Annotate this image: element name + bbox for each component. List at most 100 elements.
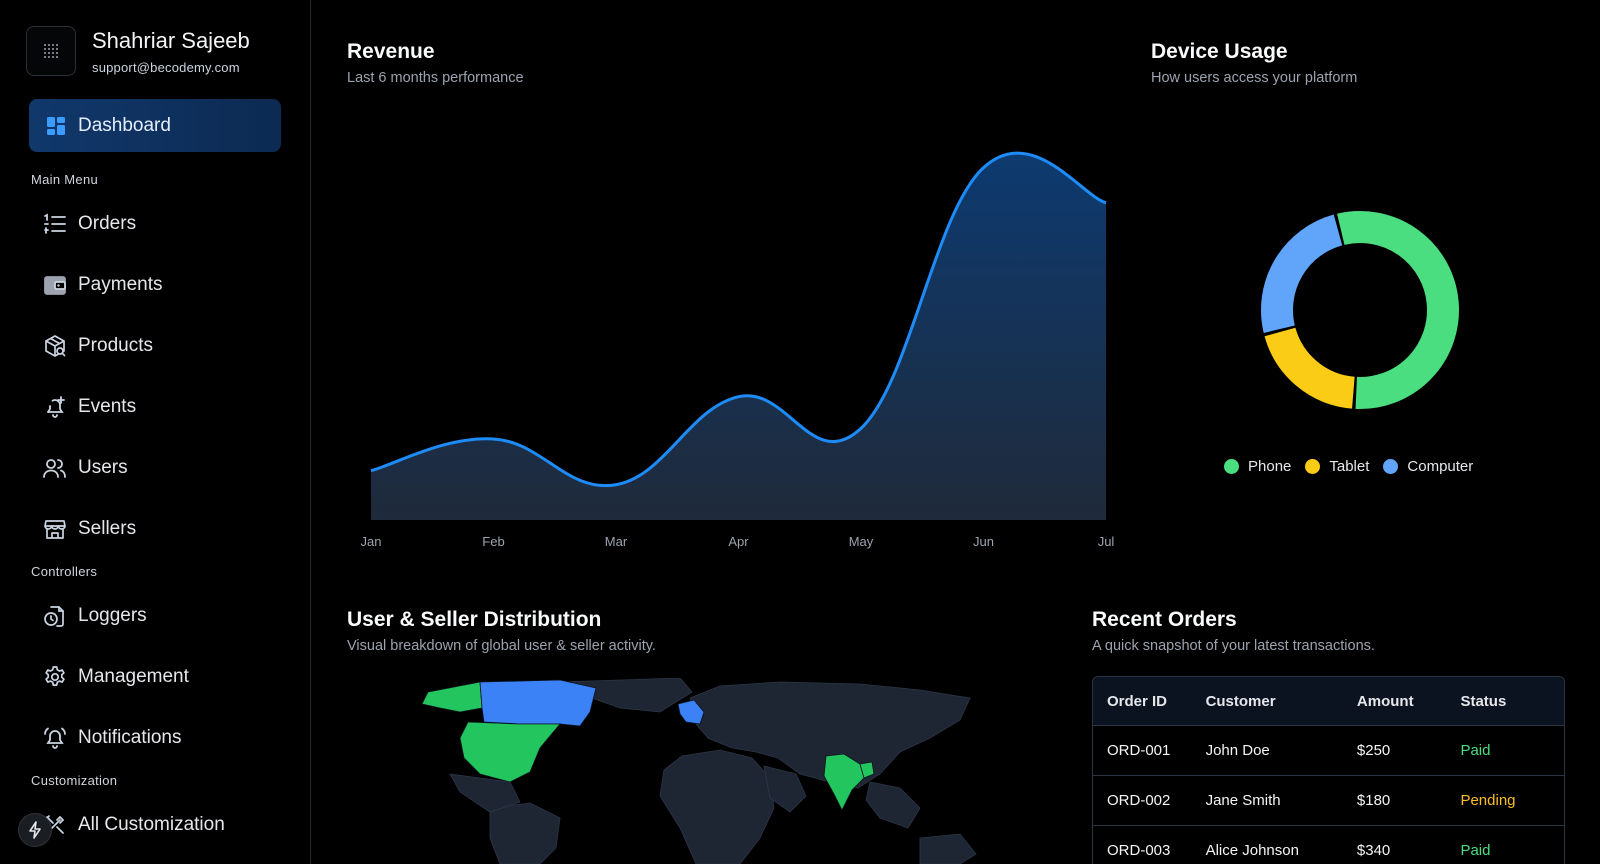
table-row[interactable]: ORD-003 Alice Johnson $340 Paid	[1093, 826, 1564, 864]
orders-table: Order ID Customer Amount Status ORD-001 …	[1092, 676, 1565, 864]
legend-dot	[1224, 459, 1239, 474]
x-tick-label: Jun	[973, 534, 994, 549]
recent-orders-subtitle: A quick snapshot of your latest transact…	[1092, 638, 1375, 654]
sidebar-item-users[interactable]: Users	[42, 453, 128, 483]
legend-item-computer: Computer	[1383, 458, 1473, 475]
legend-dot	[1305, 459, 1321, 474]
avatar	[26, 26, 76, 76]
x-tick-label: Jul	[1098, 534, 1115, 549]
status-badge: Pending	[1460, 792, 1516, 809]
donut-slice-computer[interactable]	[1261, 214, 1343, 333]
revenue-area-chart: Jan Feb Mar Apr May Jun Jul	[361, 151, 1115, 549]
sidebar-item-payments[interactable]: Payments	[42, 270, 162, 300]
users-icon	[42, 455, 68, 481]
column-header-customer[interactable]: Customer	[1206, 693, 1357, 710]
bell-ring-icon	[42, 725, 68, 751]
store-icon	[42, 516, 68, 542]
section-main-menu: Main Menu	[31, 172, 99, 187]
world-map	[421, 678, 977, 864]
legend-label: Phone	[1248, 458, 1292, 475]
sidebar-item-management[interactable]: Management	[42, 662, 189, 692]
customer-cell: Jane Smith	[1205, 792, 1281, 809]
order-id-cell: ORD-002	[1107, 792, 1171, 809]
sidebar-item-label: Notifications	[78, 727, 182, 748]
customer-cell: Alice Johnson	[1205, 842, 1299, 859]
x-tick-label: Feb	[482, 534, 504, 549]
dots-logo-icon	[44, 44, 58, 58]
recent-orders-title: Recent Orders	[1092, 608, 1237, 631]
revenue-subtitle: Last 6 months performance	[347, 70, 524, 86]
device-donut-chart	[1261, 211, 1459, 409]
map-region-usa	[459, 721, 561, 783]
amount-cell: $250	[1356, 742, 1391, 759]
amount-cell: $180	[1356, 792, 1391, 809]
dashboard-icon	[47, 116, 65, 135]
revenue-area-fill	[371, 153, 1106, 520]
file-clock-icon	[42, 603, 68, 629]
customer-cell: John Doe	[1205, 742, 1270, 759]
column-header-amount[interactable]: Amount	[1357, 693, 1461, 710]
device-legend: Phone Tablet Computer	[1224, 458, 1487, 475]
legend-label: Computer	[1407, 458, 1474, 475]
profile-name: Shahriar Sajeeb	[92, 28, 250, 53]
list-icon	[42, 211, 68, 237]
sidebar-item-all-customization[interactable]: All Customization	[42, 810, 225, 840]
sidebar-item-label: Orders	[78, 213, 137, 234]
device-usage-title: Device Usage	[1151, 40, 1288, 63]
bolt-icon[interactable]	[18, 813, 52, 847]
legend-label: Tablet	[1329, 458, 1370, 475]
revenue-title: Revenue	[347, 40, 435, 63]
bell-plus-icon	[42, 394, 68, 420]
map-land-africa	[659, 749, 775, 864]
status-badge: Paid	[1460, 842, 1491, 859]
sidebar-item-label: Users	[78, 457, 128, 478]
map-region-alaska	[421, 681, 483, 713]
order-id-cell: ORD-001	[1107, 742, 1171, 759]
sidebar-item-label: Management	[78, 666, 189, 687]
donut-slice-tablet[interactable]	[1264, 327, 1356, 409]
profile-email: support@becodemy.com	[92, 60, 240, 75]
map-land-south-america	[489, 802, 561, 864]
sidebar-item-label: Events	[78, 396, 137, 417]
sidebar-item-label: Sellers	[78, 518, 137, 539]
wallet-icon	[42, 272, 68, 298]
x-tick-label: Jan	[361, 534, 382, 549]
profile[interactable]: Shahriar Sajeeb support@becodemy.com	[26, 26, 250, 76]
sidebar-item-dashboard[interactable]: Dashboard	[29, 99, 281, 152]
sidebar-item-label: Dashboard	[78, 114, 171, 136]
map-land-australia	[919, 833, 977, 864]
order-id-cell: ORD-003	[1107, 842, 1171, 859]
section-customization: Customization	[31, 773, 118, 788]
table-row[interactable]: ORD-001 John Doe $250 Paid	[1093, 726, 1564, 776]
sidebar-item-loggers[interactable]: Loggers	[42, 601, 147, 631]
donut-slice-phone[interactable]	[1337, 211, 1459, 409]
sidebar-item-orders[interactable]: Orders	[42, 209, 136, 239]
amount-cell: $340	[1356, 842, 1391, 859]
sidebar-item-notifications[interactable]: Notifications	[42, 723, 182, 753]
table-row[interactable]: ORD-002 Jane Smith $180 Pending	[1093, 776, 1564, 826]
distribution-subtitle: Visual breakdown of global user & seller…	[347, 638, 656, 654]
x-tick-label: Apr	[728, 534, 749, 549]
section-controllers: Controllers	[31, 564, 98, 579]
column-header-order-id[interactable]: Order ID	[1093, 693, 1206, 710]
table-header-row: Order ID Customer Amount Status	[1093, 677, 1564, 726]
sidebar-item-products[interactable]: Products	[42, 331, 153, 361]
sidebar: Shahriar Sajeeb support@becodemy.com Das…	[0, 0, 311, 864]
sidebar-item-label: All Customization	[78, 814, 225, 835]
x-tick-label: Mar	[605, 534, 628, 549]
legend-dot	[1383, 459, 1399, 474]
package-icon	[42, 333, 68, 359]
column-header-status[interactable]: Status	[1460, 693, 1564, 710]
status-badge: Paid	[1460, 742, 1491, 759]
device-usage-subtitle: How users access your platform	[1151, 70, 1358, 86]
map-land-southeast-asia	[865, 781, 921, 829]
legend-item-phone: Phone	[1224, 458, 1291, 475]
sidebar-item-events[interactable]: Events	[42, 392, 136, 422]
x-tick-label: May	[849, 534, 874, 549]
sidebar-item-label: Loggers	[78, 605, 147, 626]
sidebar-item-label: Products	[78, 335, 153, 356]
sidebar-item-label: Payments	[78, 274, 163, 295]
map-region-canada	[479, 679, 597, 727]
sidebar-item-sellers[interactable]: Sellers	[42, 514, 136, 544]
map-region-india	[823, 753, 865, 811]
